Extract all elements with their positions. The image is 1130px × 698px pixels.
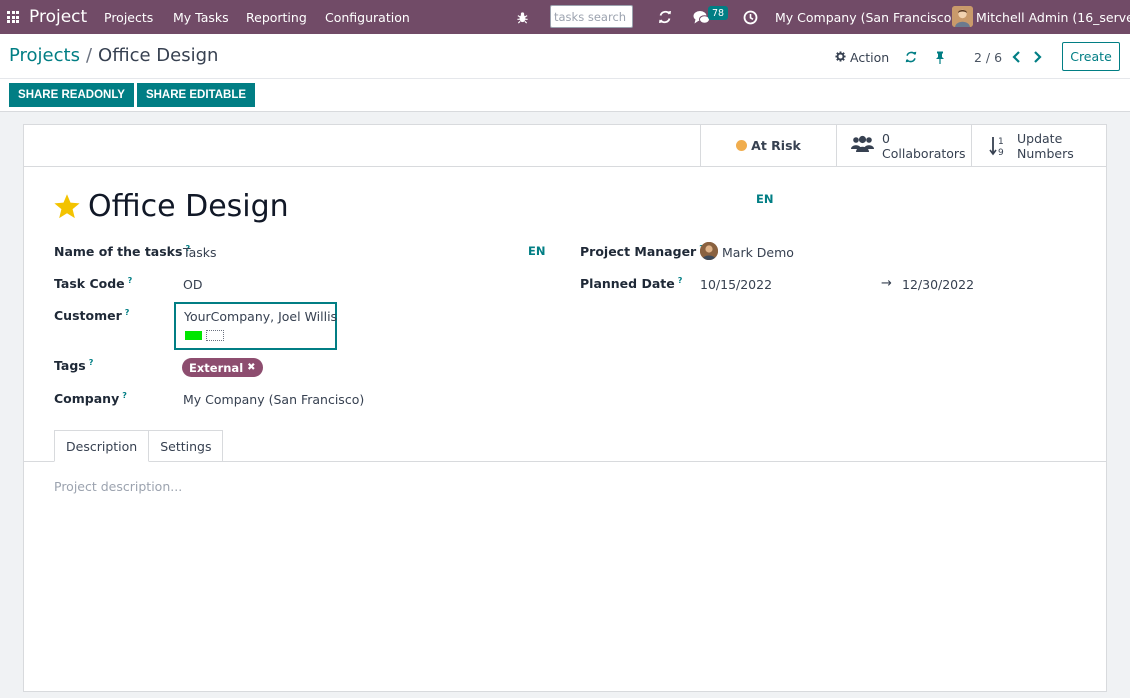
tags-label: Tags? xyxy=(54,358,94,374)
notebook-tabs: Description Settings xyxy=(54,430,224,462)
discard-changes-icon[interactable] xyxy=(903,47,919,67)
update-label-line1: Update xyxy=(1017,130,1063,146)
tasks-search-input[interactable] xyxy=(551,6,632,27)
pager-previous-icon[interactable] xyxy=(1008,47,1024,67)
svg-text:9: 9 xyxy=(998,148,1004,157)
pager-next-icon[interactable] xyxy=(1029,47,1045,67)
tag-remove-icon[interactable]: ✖ xyxy=(247,362,255,373)
breadcrumb-current: Office Design xyxy=(98,45,219,66)
title-translate-button[interactable]: EN xyxy=(756,192,773,206)
action-menu-button[interactable]: Action xyxy=(835,47,889,67)
planned-date-end-field[interactable]: 12/30/2022 xyxy=(902,277,974,292)
top-navbar: Project Projects My Tasks Reporting Conf… xyxy=(0,0,1130,34)
customer-dotted-marker xyxy=(206,330,224,341)
menu-configuration[interactable]: Configuration xyxy=(325,0,410,34)
share-readonly-button[interactable]: SHARE READONLY xyxy=(9,83,134,107)
collaborators-label: Collaborators xyxy=(882,145,966,161)
project-status-button[interactable]: At Risk xyxy=(700,125,836,166)
collaborators-button[interactable]: 0 Collaborators xyxy=(836,125,971,166)
apps-grid-icon[interactable] xyxy=(5,0,21,34)
tag-external[interactable]: External ✖ xyxy=(182,358,263,377)
pin-icon[interactable] xyxy=(932,47,948,67)
message-count-badge: 78 xyxy=(708,6,729,20)
manager-avatar xyxy=(700,242,718,260)
project-description-field[interactable]: Project description... xyxy=(54,479,182,494)
company-switcher[interactable]: My Company (San Francisco) xyxy=(775,0,956,34)
update-label-line2: Numbers xyxy=(1017,145,1074,161)
action-label: Action xyxy=(850,49,890,65)
smart-button-box: At Risk 0 Collaborators 19 Update Number… xyxy=(24,125,1106,167)
breadcrumb: Projects / Office Design xyxy=(9,45,218,66)
clock-icon[interactable] xyxy=(741,0,759,34)
help-marker: ? xyxy=(122,391,127,400)
record-title[interactable]: Office Design xyxy=(88,189,289,224)
sync-icon[interactable] xyxy=(656,0,674,34)
collaborators-count: 0 xyxy=(882,130,890,146)
user-avatar[interactable] xyxy=(952,6,973,27)
user-menu[interactable]: Mitchell Admin (16_server) xyxy=(976,0,1130,34)
project-manager-field[interactable]: Mark Demo xyxy=(722,245,794,260)
tab-description[interactable]: Description xyxy=(54,430,150,462)
form-sheet: At Risk 0 Collaborators 19 Update Number… xyxy=(23,124,1107,692)
project-manager-label: Project Manager? xyxy=(580,244,704,259)
breadcrumb-projects-link[interactable]: Projects xyxy=(9,45,80,66)
customer-label: Customer? xyxy=(54,308,130,324)
menu-reporting[interactable]: Reporting xyxy=(246,0,307,34)
help-marker: ? xyxy=(677,276,683,285)
planned-date-start-field[interactable]: 10/15/2022 xyxy=(700,277,772,292)
help-marker: ? xyxy=(127,276,133,285)
breadcrumb-separator: / xyxy=(85,45,93,66)
company-label: Company? xyxy=(54,391,127,407)
task-code-label: Task Code? xyxy=(54,276,133,292)
help-marker: ? xyxy=(124,308,130,317)
status-dot-icon xyxy=(736,140,748,151)
company-field[interactable]: My Company (San Francisco) xyxy=(183,392,364,407)
gear-icon xyxy=(835,50,846,65)
date-range-arrow-icon: → xyxy=(881,276,892,291)
users-icon xyxy=(851,135,874,157)
tasks-translate-button[interactable]: EN xyxy=(528,244,545,258)
create-button[interactable]: Create xyxy=(1062,42,1120,71)
control-panel: Projects / Office Design Action 2 / 6 Crea… xyxy=(0,34,1130,112)
title-row: Office Design xyxy=(53,189,289,224)
customer-green-marker xyxy=(185,331,202,340)
bug-icon[interactable] xyxy=(514,0,530,34)
favorite-star-icon[interactable] xyxy=(53,192,82,221)
task-code-field[interactable]: OD xyxy=(183,277,202,292)
customer-field[interactable]: YourCompany, Joel Willis xyxy=(174,302,337,350)
svg-text:1: 1 xyxy=(998,137,1004,147)
sort-numeric-icon: 19 xyxy=(989,135,1009,157)
menu-projects[interactable]: Projects xyxy=(104,0,153,34)
tag-label: External xyxy=(189,360,244,375)
tabs-divider xyxy=(24,461,1106,462)
menu-my-tasks[interactable]: My Tasks xyxy=(173,0,229,34)
name-of-tasks-label: Name of the tasks? xyxy=(54,244,191,260)
control-panel-divider xyxy=(0,78,1130,79)
tab-settings[interactable]: Settings xyxy=(149,430,224,462)
share-editable-button[interactable]: SHARE EDITABLE xyxy=(137,83,255,107)
name-of-tasks-field[interactable]: Tasks xyxy=(183,245,217,260)
help-marker: ? xyxy=(88,358,94,367)
app-brand[interactable]: Project xyxy=(29,0,87,34)
planned-date-label: Planned Date? xyxy=(580,276,683,292)
tasks-search-box[interactable] xyxy=(550,5,633,28)
customer-value[interactable]: YourCompany, Joel Willis xyxy=(184,309,337,324)
update-numbers-button[interactable]: 19 Update Numbers xyxy=(971,125,1106,166)
pager-value[interactable]: 2 / 6 xyxy=(974,47,1002,67)
project-status-label: At Risk xyxy=(751,138,801,153)
